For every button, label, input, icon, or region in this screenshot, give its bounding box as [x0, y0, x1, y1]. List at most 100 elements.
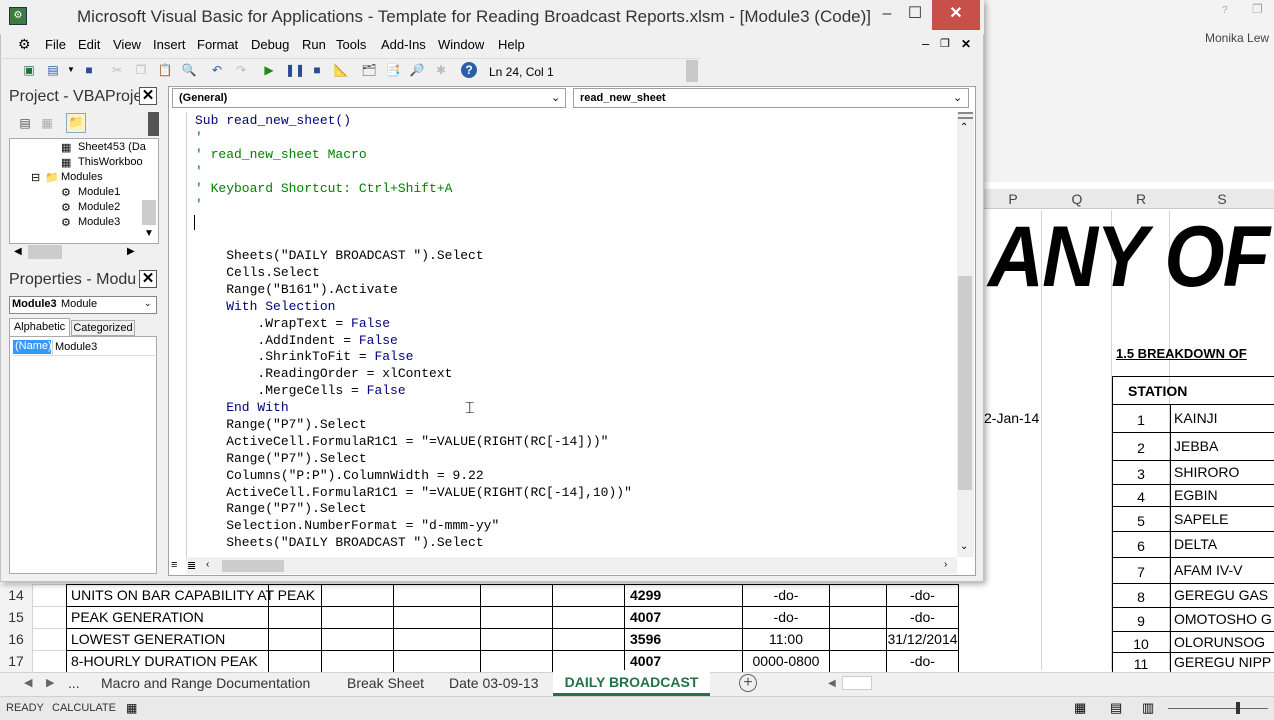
tree-item-module3[interactable]: Module3	[78, 216, 120, 228]
view-code-icon[interactable]: ▤	[17, 115, 33, 131]
column-q-header[interactable]: Q	[1042, 189, 1112, 209]
code-line[interactable]: '	[195, 197, 632, 214]
code-hscroll[interactable]	[186, 557, 957, 574]
station-number[interactable]: 7	[1113, 564, 1169, 580]
undo-icon[interactable]: ↶	[209, 62, 225, 78]
menu-debug[interactable]: Debug	[251, 37, 289, 52]
column-r-header[interactable]: R	[1112, 189, 1170, 209]
date-cell[interactable]: 2-Jan-14	[984, 410, 1039, 426]
code-line[interactable]: .ReadingOrder = xlContext	[195, 366, 632, 383]
code-line[interactable]: Range("P7").Select	[195, 417, 632, 434]
excel-restore-icon[interactable]: ❐	[1252, 2, 1263, 16]
row-number[interactable]: 15	[2, 609, 30, 625]
hscroll-right-icon[interactable]: ›	[944, 559, 947, 570]
code-line[interactable]: Selection.NumberFormat = "d-mmm-yy"	[195, 518, 632, 535]
tab-scroll-left-icon[interactable]: ◀	[24, 676, 32, 689]
tree-item-modules[interactable]: Modules	[61, 171, 103, 183]
mdi-close-icon[interactable]: ✕	[961, 37, 971, 51]
station-name[interactable]: AFAM IV-V	[1174, 562, 1242, 578]
row-value[interactable]: 4007	[630, 609, 661, 625]
code-line[interactable]: End With	[195, 400, 632, 417]
code-line[interactable]: Sheets("DAILY BROADCAST ").Select	[195, 248, 632, 265]
sheet-hscroll-thumb[interactable]	[842, 676, 872, 690]
station-number[interactable]: 1	[1113, 412, 1169, 428]
row-time[interactable]: -do-	[743, 609, 829, 625]
code-line[interactable]: Columns("P:P").ColumnWidth = 9.22	[195, 468, 632, 485]
menu-format[interactable]: Format	[197, 37, 238, 52]
tree-hscroll-thumb[interactable]	[28, 245, 62, 259]
code-line[interactable]: Cells.Select	[195, 265, 632, 282]
tab-break-sheet[interactable]: Break Sheet	[347, 672, 424, 694]
menu-insert[interactable]: Insert	[153, 37, 186, 52]
code-line[interactable]: .ShrinkToFit = False	[195, 349, 632, 366]
insert-dropdown-icon[interactable]: ▼	[63, 62, 79, 78]
tree-scroll-left-icon[interactable]: ◀	[14, 246, 22, 257]
scroll-down-icon[interactable]: ⌄	[960, 541, 968, 552]
code-line[interactable]: '	[195, 130, 632, 147]
station-name[interactable]: OLORUNSOG	[1174, 634, 1265, 650]
code-line[interactable]: Range("B161").Activate	[195, 282, 632, 299]
row-value[interactable]: 4299	[630, 587, 661, 603]
minimize-icon[interactable]: –	[876, 0, 898, 30]
hscroll-left-icon[interactable]: ◀	[828, 678, 836, 689]
excel-help-icon[interactable]: ?	[1222, 5, 1228, 16]
row-label[interactable]: 8-HOURLY DURATION PEAK	[71, 653, 258, 669]
row-date[interactable]: -do-	[887, 587, 958, 603]
view-object-icon[interactable]: ▦	[39, 115, 55, 131]
row-value[interactable]: 3596	[630, 631, 661, 647]
code-line[interactable]	[195, 214, 632, 231]
code-line[interactable]: ActiveCell.FormulaR1C1 = "=VALUE(RIGHT(R…	[195, 485, 632, 502]
station-number[interactable]: 8	[1113, 589, 1169, 605]
station-number[interactable]: 2	[1113, 440, 1169, 456]
station-name[interactable]: GEREGU GAS	[1174, 587, 1268, 603]
tree-scroll-right-icon[interactable]: ▶	[127, 246, 135, 257]
station-name[interactable]: SAPELE	[1174, 511, 1228, 527]
code-text[interactable]: Sub read_new_sheet() ' ' read_new_sheet Ma…	[195, 113, 632, 552]
row-value[interactable]: 4007	[630, 653, 661, 669]
tree-item-module1[interactable]: Module1	[78, 186, 120, 198]
chevron-down-icon[interactable]: ⌄	[953, 91, 962, 104]
tree-item-thisworkbook[interactable]: ThisWorkboo	[78, 156, 143, 168]
menu-addins[interactable]: Add-Ins	[381, 37, 426, 52]
toolbox-icon[interactable]: ✱	[433, 62, 449, 78]
margin-indicator-bar[interactable]	[186, 112, 187, 557]
code-hscroll-thumb[interactable]	[222, 560, 284, 572]
row-number[interactable]: 16	[2, 631, 30, 647]
page-layout-icon[interactable]: ▤	[1110, 700, 1122, 716]
run-icon[interactable]: ▶	[261, 62, 277, 78]
zoom-slider-thumb[interactable]	[1236, 702, 1240, 714]
code-line[interactable]: ActiveCell.FormulaR1C1 = "=VALUE(RIGHT(R…	[195, 434, 632, 451]
project-scroll-thumb[interactable]	[148, 112, 159, 136]
vba-app-icon[interactable]: ⚙	[9, 7, 27, 25]
menu-run[interactable]: Run	[302, 37, 326, 52]
tree-vscroll-thumb[interactable]	[142, 200, 156, 225]
row-time[interactable]: -do-	[743, 587, 829, 603]
station-name[interactable]: GEREGU NIPP	[1174, 654, 1271, 670]
tab-categorized[interactable]: Categorized	[71, 320, 135, 336]
add-sheet-icon[interactable]: +	[739, 674, 757, 692]
station-name[interactable]: DELTA	[1174, 536, 1217, 552]
zoom-slider[interactable]	[1168, 708, 1268, 709]
find-icon[interactable]: 🔍	[181, 62, 197, 78]
row-number[interactable]: 14	[2, 587, 30, 603]
break-icon[interactable]: ❚❚	[285, 62, 305, 78]
vba-menu-icon[interactable]: ⚙	[18, 36, 31, 53]
procedure-view-icon[interactable]: ≡	[171, 559, 177, 571]
reset-icon[interactable]: ■	[309, 62, 325, 78]
object-browser-icon[interactable]: 🔎	[409, 62, 425, 78]
mdi-minimize-icon[interactable]: –	[922, 36, 929, 51]
properties-close-icon[interactable]: ✕	[139, 270, 157, 288]
row-time[interactable]: 0000-0800	[743, 653, 829, 669]
row-label[interactable]: UNITS ON BAR CAPABILITY AT PEAK	[71, 587, 315, 603]
menu-tools[interactable]: Tools	[336, 37, 366, 52]
help-icon[interactable]: ?	[461, 62, 477, 78]
property-name-key[interactable]: (Name)	[13, 340, 52, 354]
station-name[interactable]: KAINJI	[1174, 410, 1218, 426]
station-number[interactable]: 4	[1113, 489, 1169, 505]
design-mode-icon[interactable]: 📐	[333, 62, 349, 78]
tree-item-sheet453[interactable]: Sheet453 (Da	[78, 141, 146, 153]
code-line[interactable]: Sub read_new_sheet()	[195, 113, 632, 130]
row-date[interactable]: -do-	[887, 609, 958, 625]
code-vscroll-thumb[interactable]	[958, 276, 972, 490]
copy-icon[interactable]: ❐	[133, 62, 149, 78]
